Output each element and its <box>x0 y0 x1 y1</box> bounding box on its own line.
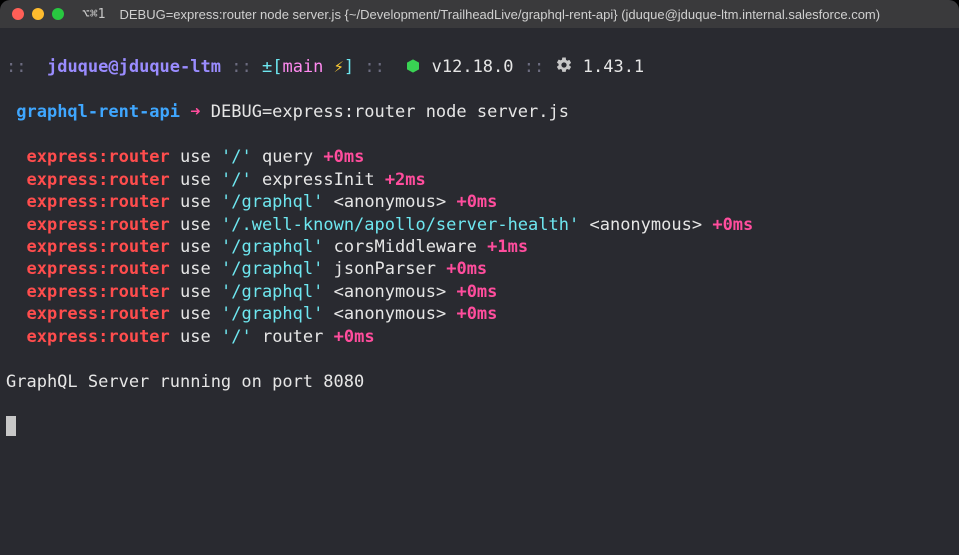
log-timing: +0ms <box>323 147 364 167</box>
log-verb: use <box>180 259 211 279</box>
user-host: jduque@jduque-ltm <box>47 57 221 77</box>
log-middleware: jsonParser <box>334 259 436 279</box>
maximize-button[interactable] <box>52 8 64 20</box>
window-controls <box>12 8 64 20</box>
log-timing: +0ms <box>456 282 497 302</box>
status-sep: :: <box>364 57 384 77</box>
log-timing: +0ms <box>712 215 753 235</box>
log-module: express:router <box>26 259 169 279</box>
log-timing: +0ms <box>446 259 487 279</box>
tool-version: 1.43.1 <box>583 57 644 77</box>
status-line: :: jduque@jduque-ltm :: ±[main ⚡] :: v12… <box>6 56 953 78</box>
log-path: '/graphql' <box>221 237 323 257</box>
log-module: express:router <box>26 304 169 324</box>
log-module: express:router <box>26 237 169 257</box>
title-shortcut-icon: ⌥⌘1 <box>82 7 105 22</box>
log-module: express:router <box>26 170 169 190</box>
log-output: express:router use '/' query +0ms expres… <box>6 146 953 348</box>
log-path: '/' <box>221 170 252 190</box>
cursor-line <box>6 415 953 437</box>
log-module: express:router <box>26 147 169 167</box>
log-middleware: <anonymous> <box>589 215 702 235</box>
log-middleware: <anonymous> <box>334 192 447 212</box>
log-middleware: expressInit <box>262 170 375 190</box>
log-line: express:router use '/graphql' corsMiddle… <box>6 236 953 258</box>
log-path: '/' <box>221 147 252 167</box>
status-sep: :: <box>6 57 26 77</box>
prompt-arrow-icon: ➜ <box>190 102 200 122</box>
log-verb: use <box>180 282 211 302</box>
log-middleware: query <box>262 147 313 167</box>
log-verb: use <box>180 237 211 257</box>
log-line: express:router use '/graphql' <anonymous… <box>6 303 953 325</box>
command-text: DEBUG=express:router node server.js <box>211 102 569 122</box>
log-verb: use <box>180 170 211 190</box>
hexagon-icon <box>405 57 421 77</box>
gear-icon <box>555 57 573 77</box>
log-verb: use <box>180 215 211 235</box>
log-module: express:router <box>26 215 169 235</box>
prompt-line: graphql-rent-api ➜ DEBUG=express:router … <box>6 101 953 123</box>
branch-open-bracket: [ <box>272 57 282 77</box>
log-path: '/graphql' <box>221 282 323 302</box>
log-module: express:router <box>26 327 169 347</box>
log-line: express:router use '/graphql' jsonParser… <box>6 258 953 280</box>
log-path: '/graphql' <box>221 259 323 279</box>
server-running-line: GraphQL Server running on port 8080 <box>6 371 953 393</box>
log-verb: use <box>180 327 211 347</box>
log-line: express:router use '/.well-known/apollo/… <box>6 214 953 236</box>
log-path: '/' <box>221 327 252 347</box>
log-timing: +0ms <box>456 192 497 212</box>
branch-close-bracket: ] <box>344 57 354 77</box>
log-timing: +2ms <box>385 170 426 190</box>
window-title: DEBUG=express:router node server.js {~/D… <box>119 7 880 22</box>
log-timing: +1ms <box>487 237 528 257</box>
status-sep: :: <box>524 57 544 77</box>
log-middleware: <anonymous> <box>334 282 447 302</box>
log-timing: +0ms <box>334 327 375 347</box>
log-verb: use <box>180 192 211 212</box>
lightning-icon: ⚡ <box>334 57 344 77</box>
status-sep: :: <box>231 57 251 77</box>
log-path: '/graphql' <box>221 304 323 324</box>
vcs-indicator-icon: ± <box>262 57 272 77</box>
log-line: express:router use '/graphql' <anonymous… <box>6 281 953 303</box>
node-version: v12.18.0 <box>432 57 514 77</box>
close-button[interactable] <box>12 8 24 20</box>
log-timing: +0ms <box>456 304 497 324</box>
log-module: express:router <box>26 282 169 302</box>
log-verb: use <box>180 147 211 167</box>
terminal-cursor[interactable] <box>6 416 16 436</box>
terminal-body[interactable]: :: jduque@jduque-ltm :: ±[main ⚡] :: v12… <box>0 28 959 555</box>
log-line: express:router use '/' expressInit +2ms <box>6 169 953 191</box>
log-path: '/.well-known/apollo/server-health' <box>221 215 579 235</box>
window-titlebar: ⌥⌘1 DEBUG=express:router node server.js … <box>0 0 959 28</box>
log-verb: use <box>180 304 211 324</box>
log-path: '/graphql' <box>221 192 323 212</box>
minimize-button[interactable] <box>32 8 44 20</box>
git-branch: main <box>282 57 323 77</box>
log-line: express:router use '/graphql' <anonymous… <box>6 191 953 213</box>
log-middleware: router <box>262 327 323 347</box>
log-line: express:router use '/' router +0ms <box>6 326 953 348</box>
log-middleware: corsMiddleware <box>334 237 477 257</box>
log-line: express:router use '/' query +0ms <box>6 146 953 168</box>
cwd-label: graphql-rent-api <box>16 102 180 122</box>
log-middleware: <anonymous> <box>334 304 447 324</box>
log-module: express:router <box>26 192 169 212</box>
